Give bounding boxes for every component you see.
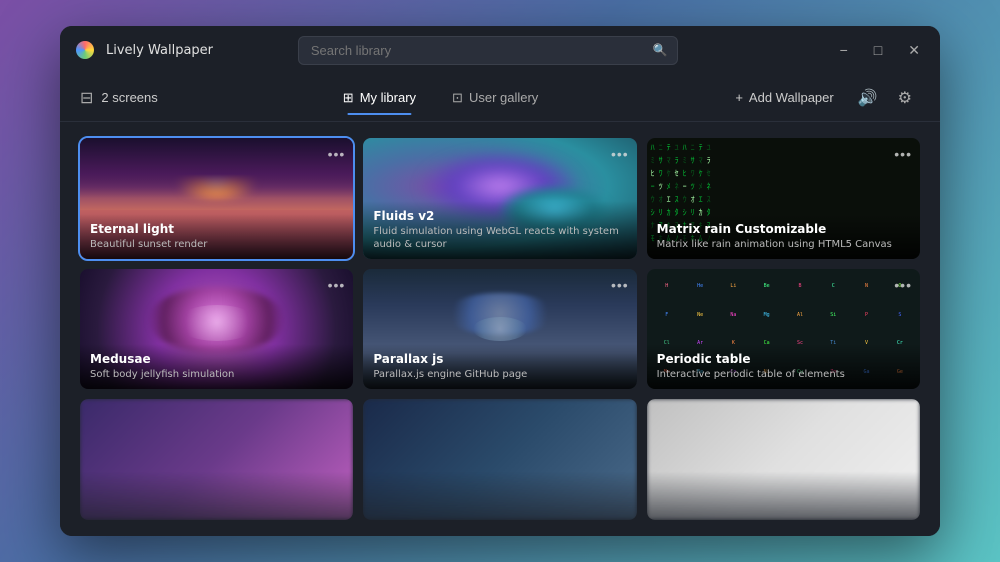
card-title: Periodic table [657,352,910,366]
screens-button[interactable]: ⊟ 2 screens [80,88,158,108]
close-button[interactable]: ✕ [904,41,924,59]
card-row3-3[interactable] [647,399,920,520]
gallery-label: User gallery [469,90,538,105]
card-periodic-table[interactable]: H He Li Be B C N O F Ne Na Mg Al Si P S [647,269,920,390]
search-input[interactable] [298,36,678,65]
card-parallax-js[interactable]: Parallax js Parallax.js engine GitHub pa… [363,269,636,390]
tab-my-library[interactable]: ⊞ My library [327,82,432,114]
card-info: Fluids v2 Fluid simulation using WebGL r… [363,201,636,259]
card-info: Eternal light Beautiful sunset render [80,214,353,259]
card-menu-button[interactable]: ••• [611,146,629,162]
search-bar: 🔍 [298,36,678,65]
card-menu-button[interactable]: ••• [328,277,346,293]
add-wallpaper-button[interactable]: + Add Wallpaper [723,84,845,111]
card-info: Matrix rain Customizable Matrix like rai… [647,214,920,259]
card-thumb [363,399,636,520]
maximize-button[interactable]: □ [870,41,886,59]
card-info: Periodic table Interactive periodic tabl… [647,344,920,389]
card-desc: Interactive periodic table of elements [657,368,910,381]
title-bar: Lively Wallpaper 🔍 − □ ✕ [60,26,940,74]
card-info: Medusae Soft body jellyfish simulation [80,344,353,389]
card-desc: Soft body jellyfish simulation [90,368,343,381]
card-desc: Matrix like rain animation using HTML5 C… [657,238,910,251]
card-title: Medusae [90,352,343,366]
card-row3-1[interactable] [80,399,353,520]
card-title: Fluids v2 [373,209,626,223]
screens-label: 2 screens [101,90,157,105]
minimize-button[interactable]: − [836,41,852,59]
app-title: Lively Wallpaper [106,43,213,58]
tab-user-gallery[interactable]: ⊡ User gallery [436,82,554,114]
card-menu-button[interactable]: ••• [894,146,912,162]
card-row3-2[interactable] [363,399,636,520]
volume-button[interactable]: 🔊 [850,82,886,114]
card-menu-button[interactable]: ••• [894,277,912,293]
app-logo-icon [76,41,94,59]
card-title: Matrix rain Customizable [657,222,910,236]
wallpaper-grid: Eternal light Beautiful sunset render ••… [60,122,940,536]
card-title: Eternal light [90,222,343,236]
card-menu-button[interactable]: ••• [328,146,346,162]
nav-tabs: ⊞ My library ⊡ User gallery [327,82,555,114]
library-label: My library [360,90,416,105]
card-info: Parallax js Parallax.js engine GitHub pa… [363,344,636,389]
card-thumb [80,399,353,520]
toolbar-right: + Add Wallpaper 🔊 ⚙ [723,82,920,114]
card-fluids-v2[interactable]: Fluids v2 Fluid simulation using WebGL r… [363,138,636,259]
card-matrix-rain[interactable]: ﾊﾐﾋｰｳｼﾅﾓ ﾆｻﾜﾂｵﾘｱﾎ ﾃﾏｹﾒｴｶｷﾑ ﾕﾗｾﾈｽﾀﾇﾉ ﾊﾐﾋｰ… [647,138,920,259]
card-thumb [647,399,920,520]
card-desc: Parallax.js engine GitHub page [373,368,626,381]
settings-button[interactable]: ⚙ [890,82,920,114]
card-medusae[interactable]: Medusae Soft body jellyfish simulation •… [80,269,353,390]
screens-icon: ⊟ [80,88,93,108]
card-desc: Fluid simulation using WebGL reacts with… [373,225,626,251]
card-eternal-light[interactable]: Eternal light Beautiful sunset render ••… [80,138,353,259]
app-window: Lively Wallpaper 🔍 − □ ✕ ⊟ 2 screens ⊞ M… [60,26,940,536]
add-label: Add Wallpaper [749,90,834,105]
window-controls: − □ ✕ [836,41,924,59]
card-menu-button[interactable]: ••• [611,277,629,293]
gallery-icon: ⊡ [452,90,463,106]
card-desc: Beautiful sunset render [90,238,343,251]
toolbar: ⊟ 2 screens ⊞ My library ⊡ User gallery … [60,74,940,122]
add-icon: + [735,90,743,105]
search-icon: 🔍 [653,43,668,57]
card-title: Parallax js [373,352,626,366]
library-icon: ⊞ [343,90,354,106]
